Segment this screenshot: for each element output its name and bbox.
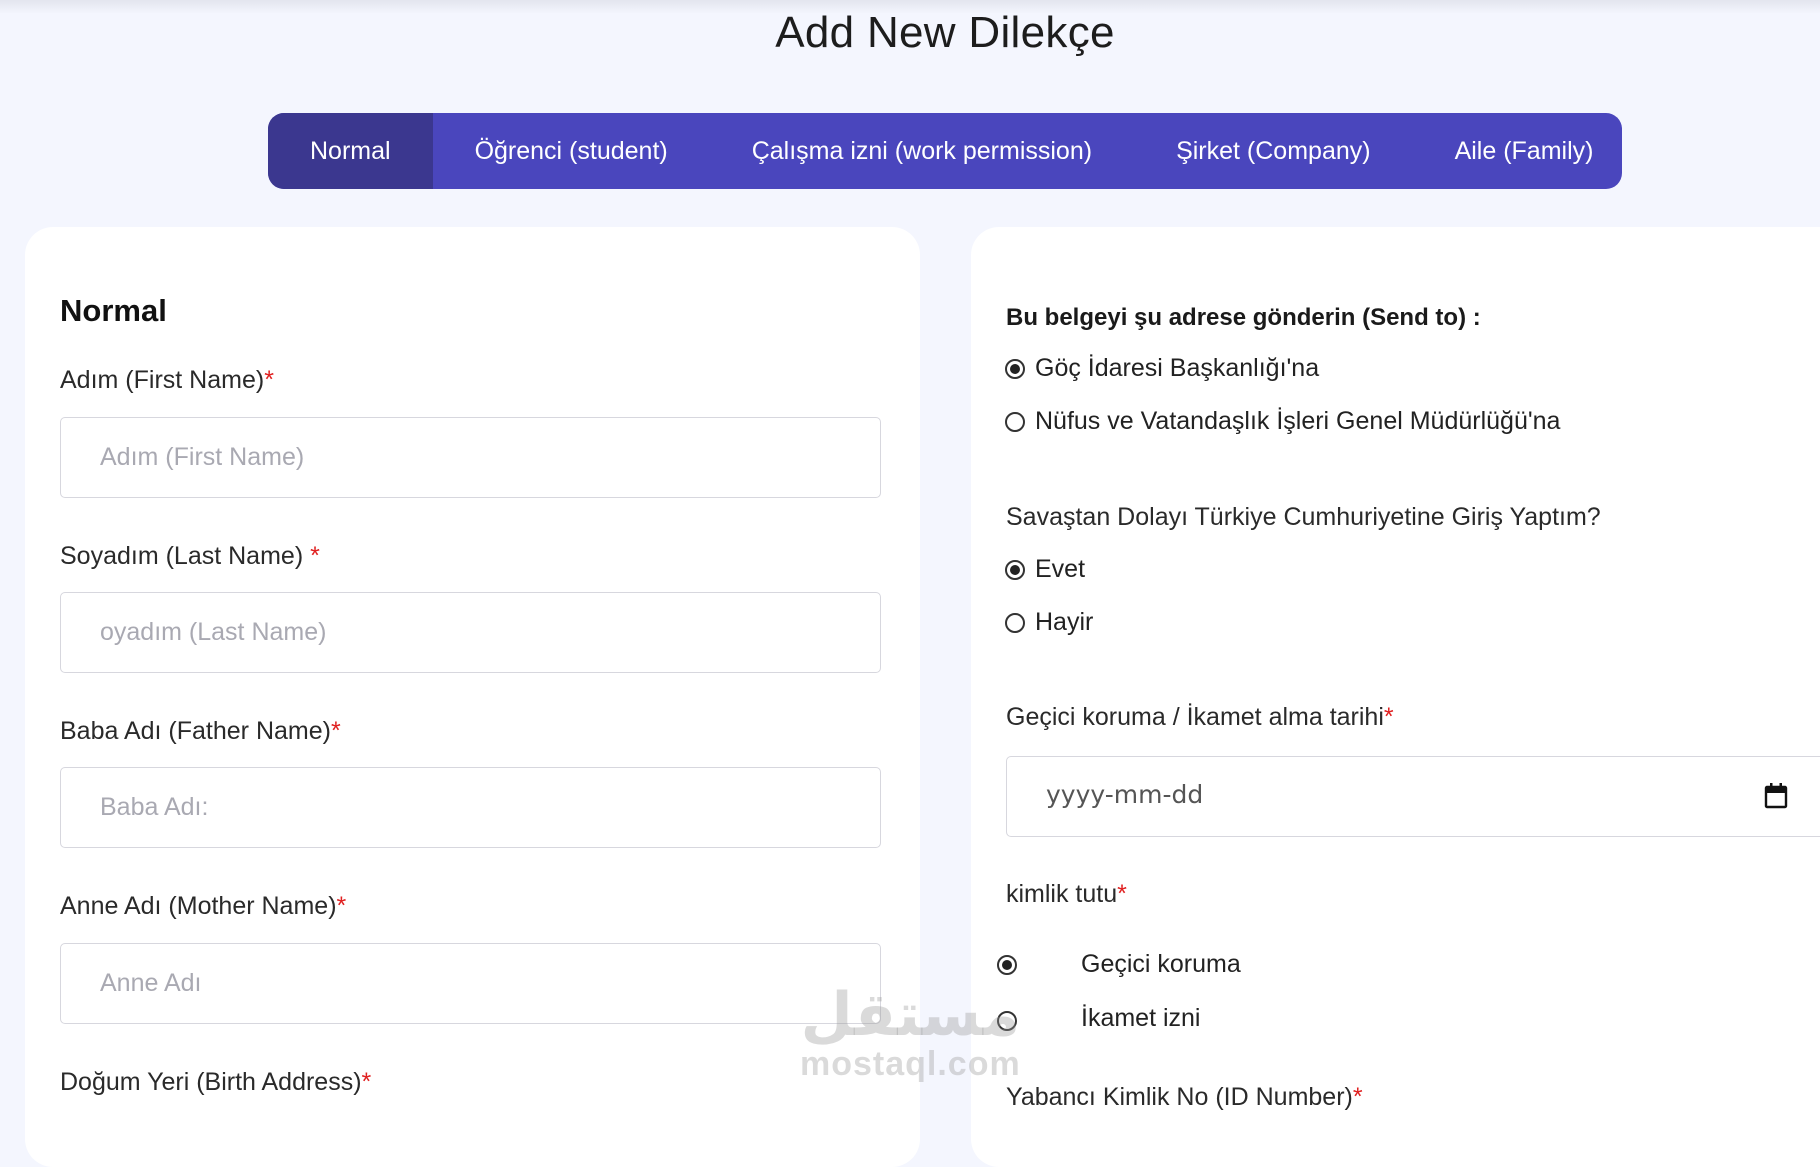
page-title: Add New Dilekçe	[775, 8, 1115, 57]
father-name-label: Baba Adı (Father Name)*	[60, 717, 341, 745]
id-type-label: kimlik tutu*	[1006, 880, 1127, 908]
radio-checked-icon[interactable]	[1005, 559, 1025, 580]
form-type-tabs: Normal Öğrenci (student) Çalışma izni (w…	[268, 113, 1622, 189]
send-to-option-nufus[interactable]: Nüfus ve Vatandaşlık İşleri Genel Müdürl…	[1005, 407, 1560, 436]
father-name-input[interactable]: Baba Adı:	[60, 767, 881, 848]
mother-name-label: Anne Adı (Mother Name)*	[60, 892, 347, 920]
tab-work-permission[interactable]: Çalışma izni (work permission)	[710, 113, 1134, 189]
war-entry-question: Savaştan Dolayı Türkiye Cumhuriyetine Gi…	[1006, 503, 1601, 531]
section-title: Normal	[60, 293, 167, 328]
war-option-hayir[interactable]: Hayir	[1005, 608, 1093, 637]
radio-checked-icon[interactable]	[997, 955, 1017, 975]
date-label: Geçici koruma / İkamet alma tarihi*	[1006, 703, 1394, 731]
date-placeholder: yyyy-mm-dd	[1046, 780, 1204, 809]
id-type-option-gecici-label: Geçici koruma	[1081, 950, 1241, 978]
tab-normal[interactable]: Normal	[268, 113, 433, 189]
tab-student[interactable]: Öğrenci (student)	[433, 113, 710, 189]
last-name-label: Soyadım (Last Name) *	[60, 542, 320, 570]
id-type-option-ikamet-label: İkamet izni	[1081, 1004, 1201, 1032]
tab-family[interactable]: Aile (Family)	[1413, 113, 1622, 189]
birth-address-label: Doğum Yeri (Birth Address)*	[60, 1068, 372, 1096]
id-number-label: Yabancı Kimlik No (ID Number)*	[1006, 1083, 1363, 1111]
send-to-option-goc[interactable]: Göç İdaresi Başkanlığı'na	[1005, 354, 1319, 383]
war-option-evet[interactable]: Evet	[1005, 555, 1085, 584]
first-name-label: Adım (First Name)*	[60, 366, 274, 394]
first-name-input[interactable]: Adım (First Name)	[60, 417, 881, 498]
send-to-label: Bu belgeyi şu adrese gönderin (Send to) …	[1006, 304, 1481, 331]
last-name-input[interactable]: oyadım (Last Name)	[60, 592, 881, 673]
id-type-option-gecici[interactable]	[997, 955, 1017, 975]
watermark: مستقل mostaql.com	[800, 981, 1021, 1084]
date-input[interactable]: yyyy-mm-dd	[1006, 756, 1820, 837]
mother-name-input[interactable]: Anne Adı	[60, 943, 881, 1024]
radio-unchecked-icon[interactable]	[1005, 612, 1025, 633]
radio-unchecked-icon[interactable]	[1005, 411, 1025, 432]
radio-checked-icon[interactable]	[1005, 358, 1025, 379]
tab-company[interactable]: Şirket (Company)	[1134, 113, 1413, 189]
calendar-icon[interactable]	[1764, 783, 1788, 809]
